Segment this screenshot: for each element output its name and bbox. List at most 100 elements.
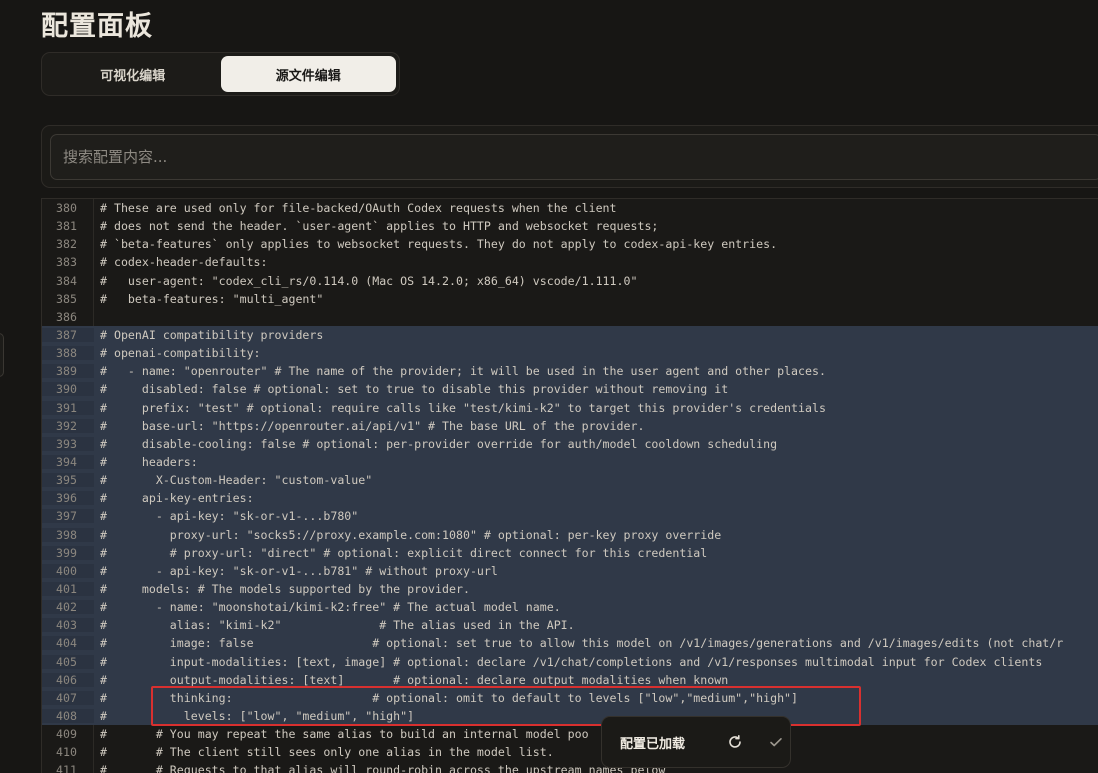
page-title: 配置面板 [41, 11, 153, 42]
code-line: 396 # api-key-entries: [42, 489, 1098, 508]
line-number: 399 [42, 545, 94, 560]
line-number: 406 [42, 672, 94, 687]
line-text: # input-modalities: [text, image] # opti… [100, 654, 1043, 669]
search-input[interactable] [50, 134, 1098, 180]
check-icon[interactable] [761, 727, 790, 757]
line-text: # # You may repeat the same alias to bui… [100, 727, 589, 742]
line-number: 409 [56, 727, 77, 742]
line-number: 411 [56, 763, 77, 773]
line-number: 405 [42, 654, 94, 669]
line-text: # # The client still sees only one alias… [100, 745, 554, 760]
line-text: # codex-header-defaults: [100, 255, 268, 270]
line-number: 390 [42, 382, 94, 397]
line-text: # beta-features: "multi_agent" [100, 291, 324, 306]
code-line: 388 # openai-compatibility: [42, 344, 1098, 363]
line-number: 404 [42, 636, 94, 651]
line-text: # headers: [100, 455, 198, 470]
code-line: 387 # OpenAI compatibility providers [42, 325, 1098, 345]
editor-mode-switch: 可视化编辑 源文件编辑 [41, 52, 400, 96]
code-line: 386 [42, 308, 1098, 326]
line-number: 382 [56, 237, 77, 252]
line-number: 386 [56, 309, 77, 324]
code-line: 402 # - name: "moonshotai/kimi-k2:free" #… [42, 598, 1098, 617]
line-text: # # Requests to that alias will round-ro… [100, 763, 666, 773]
code-line: 404 # image: false # optional: set true t… [42, 634, 1098, 653]
line-text: # - name: "openrouter" # The name of the… [100, 364, 826, 379]
line-number: 410 [56, 745, 77, 760]
line-number: 380 [56, 201, 77, 216]
side-panel-handle[interactable] [0, 333, 4, 377]
code-line: 385 # beta-features: "multi_agent" [42, 290, 1098, 308]
code-line: 393 # disable-cooling: false # optional: … [42, 434, 1098, 453]
tab-visual-edit[interactable]: 可视化编辑 [45, 56, 221, 92]
line-number: 403 [42, 618, 94, 633]
line-number: 389 [42, 364, 94, 379]
code-line: 395 # X-Custom-Header: "custom-value" [42, 471, 1098, 490]
code-line: 390 # disabled: false # optional: set to … [42, 380, 1098, 399]
line-number: 394 [42, 455, 94, 470]
refresh-icon[interactable] [720, 727, 749, 757]
code-line: 401 # models: # The models supported by t… [42, 579, 1098, 599]
line-number: 400 [42, 563, 94, 578]
line-text: # alias: "kimi-k2" # The alias used in t… [100, 618, 575, 633]
code-line: 403 # alias: "kimi-k2" # The alias used i… [42, 616, 1098, 635]
line-text: # disabled: false # optional: set to tru… [100, 382, 729, 397]
line-number: 395 [42, 473, 94, 488]
code-line: 399 # # proxy-url: "direct" # optional: e… [42, 543, 1098, 562]
line-text: # # proxy-url: "direct" # optional: expl… [100, 545, 708, 560]
line-text: # disable-cooling: false # optional: per… [100, 436, 778, 451]
code-line: 382 # `beta-features` only applies to web… [42, 235, 1098, 253]
code-line: 380 # These are used only for file-backed… [42, 199, 1098, 217]
line-number: 393 [42, 436, 94, 451]
code-line: 405 # input-modalities: [text, image] # o… [42, 652, 1098, 671]
line-text: # OpenAI compatibility providers [100, 328, 324, 343]
line-number: 408 [42, 709, 94, 723]
code-line: 400 # - api-key: "sk-or-v1-...b781" # wit… [42, 561, 1098, 580]
code-line: 398 # proxy-url: "socks5://proxy.example.… [42, 525, 1098, 544]
code-line: 410 # # The client still sees only one al… [42, 743, 1098, 761]
line-text: # proxy-url: "socks5://proxy.example.com… [100, 527, 722, 542]
line-text: # output-modalities: [text] # optional: … [100, 672, 729, 687]
line-number: 398 [42, 527, 94, 542]
line-number: 381 [56, 219, 77, 234]
tab-source-edit[interactable]: 源文件编辑 [220, 56, 396, 92]
line-number: 388 [42, 346, 94, 361]
line-text: # X-Custom-Header: "custom-value" [100, 473, 373, 488]
status-text: 配置已加载 [620, 736, 686, 752]
code-line: 409 # # You may repeat the same alias to … [42, 725, 1098, 743]
code-line: 394 # headers: [42, 452, 1098, 472]
line-text: # openai-compatibility: [100, 346, 261, 361]
code-line: 381 # does not send the header. `user-age… [42, 217, 1098, 235]
code-line: 389 # - name: "openrouter" # The name of … [42, 362, 1098, 381]
line-number: 391 [42, 400, 94, 415]
line-text: # does not send the header. `user-agent`… [100, 219, 659, 234]
code-line: 397 # - api-key: "sk-or-v1-...b780" [42, 507, 1098, 526]
code-line: 411 # # Requests to that alias will round… [42, 761, 1098, 773]
line-text: # base-url: "https://openrouter.ai/api/v… [100, 418, 645, 433]
line-number: 392 [42, 418, 94, 433]
code-line: 392 # base-url: "https://openrouter.ai/ap… [42, 416, 1098, 435]
line-number: 402 [42, 600, 94, 615]
code-line: 384 # user-agent: "codex_cli_rs/0.114.0 (… [42, 272, 1098, 290]
line-number: 387 [42, 328, 94, 343]
line-text: # image: false # optional: set true to a… [100, 636, 1064, 651]
line-text: # api-key-entries: [100, 491, 254, 506]
line-number: 385 [56, 291, 77, 306]
line-text: # - api-key: "sk-or-v1-...b780" [100, 509, 359, 524]
line-text: # `beta-features` only applies to websoc… [100, 237, 778, 252]
line-number: 396 [42, 491, 94, 506]
line-text: # prefix: "test" # optional: require cal… [100, 400, 826, 415]
line-text: # - api-key: "sk-or-v1-...b781" # withou… [100, 563, 498, 578]
line-number: 384 [56, 273, 77, 288]
line-number: 407 [42, 690, 94, 705]
line-text: # models: # The models supported by the … [100, 582, 470, 597]
search-container [41, 125, 1098, 188]
line-text: # - name: "moonshotai/kimi-k2:free" # Th… [100, 600, 561, 615]
status-toast: 配置已加载 [601, 716, 791, 768]
line-text: # These are used only for file-backed/OA… [100, 201, 617, 216]
line-number: 397 [42, 509, 94, 524]
line-number: 401 [42, 582, 94, 597]
line-number: 383 [56, 255, 77, 270]
code-line: 383 # codex-header-defaults: [42, 253, 1098, 271]
code-line: 391 # prefix: "test" # optional: require … [42, 398, 1098, 417]
